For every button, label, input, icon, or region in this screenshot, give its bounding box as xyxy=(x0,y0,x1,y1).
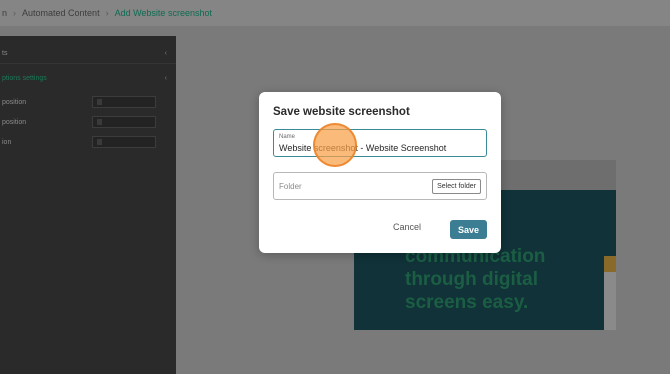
field-icon xyxy=(97,99,102,105)
panel-row-label: position xyxy=(2,118,27,126)
save-screenshot-dialog: Save website screenshot Name Website scr… xyxy=(259,92,501,253)
panel-section-label: ptions settings xyxy=(2,74,47,82)
field-icon xyxy=(97,139,102,145)
collapse-icon[interactable]: ‹ xyxy=(165,75,167,82)
panel-row-label: position xyxy=(2,98,27,106)
breadcrumb-current: Add Website screenshot xyxy=(114,8,212,18)
preview-line: through digital xyxy=(405,269,538,290)
panel-section-header[interactable]: ptions settings ‹ xyxy=(0,68,176,88)
breadcrumb-separator: › xyxy=(13,8,17,18)
select-folder-button[interactable]: Select folder xyxy=(432,179,481,194)
panel-input[interactable] xyxy=(92,116,156,128)
breadcrumb: n › Automated Content › Add Website scre… xyxy=(0,0,670,26)
breadcrumb-separator: › xyxy=(105,8,109,18)
panel-row-label: ion xyxy=(2,138,12,146)
preview-side-accent xyxy=(604,256,616,272)
panel-header[interactable]: ts ‹ xyxy=(0,44,176,64)
panel-header-label: ts xyxy=(2,50,8,57)
click-indicator xyxy=(313,123,357,167)
folder-field[interactable]: Folder Select folder xyxy=(273,172,487,200)
cancel-button[interactable]: Cancel xyxy=(393,222,421,232)
name-field[interactable]: Name Website screenshot - Website Screen… xyxy=(273,129,487,157)
field-icon xyxy=(97,119,102,125)
name-input[interactable]: Website screenshot - Website Screenshot xyxy=(279,143,446,153)
preview-line: screens easy. xyxy=(405,292,529,313)
panel-input[interactable] xyxy=(92,136,156,148)
breadcrumb-item[interactable]: Automated Content xyxy=(22,8,100,18)
folder-placeholder: Folder xyxy=(279,182,302,191)
dialog-title: Save website screenshot xyxy=(273,106,410,118)
save-button[interactable]: Save xyxy=(450,220,487,239)
collapse-icon[interactable]: ‹ xyxy=(165,50,167,57)
settings-side-panel: ts ‹ ptions settings ‹ position position… xyxy=(0,36,176,374)
breadcrumb-item[interactable]: n xyxy=(2,8,7,18)
name-field-label: Name xyxy=(279,134,296,140)
panel-input[interactable] xyxy=(92,96,156,108)
